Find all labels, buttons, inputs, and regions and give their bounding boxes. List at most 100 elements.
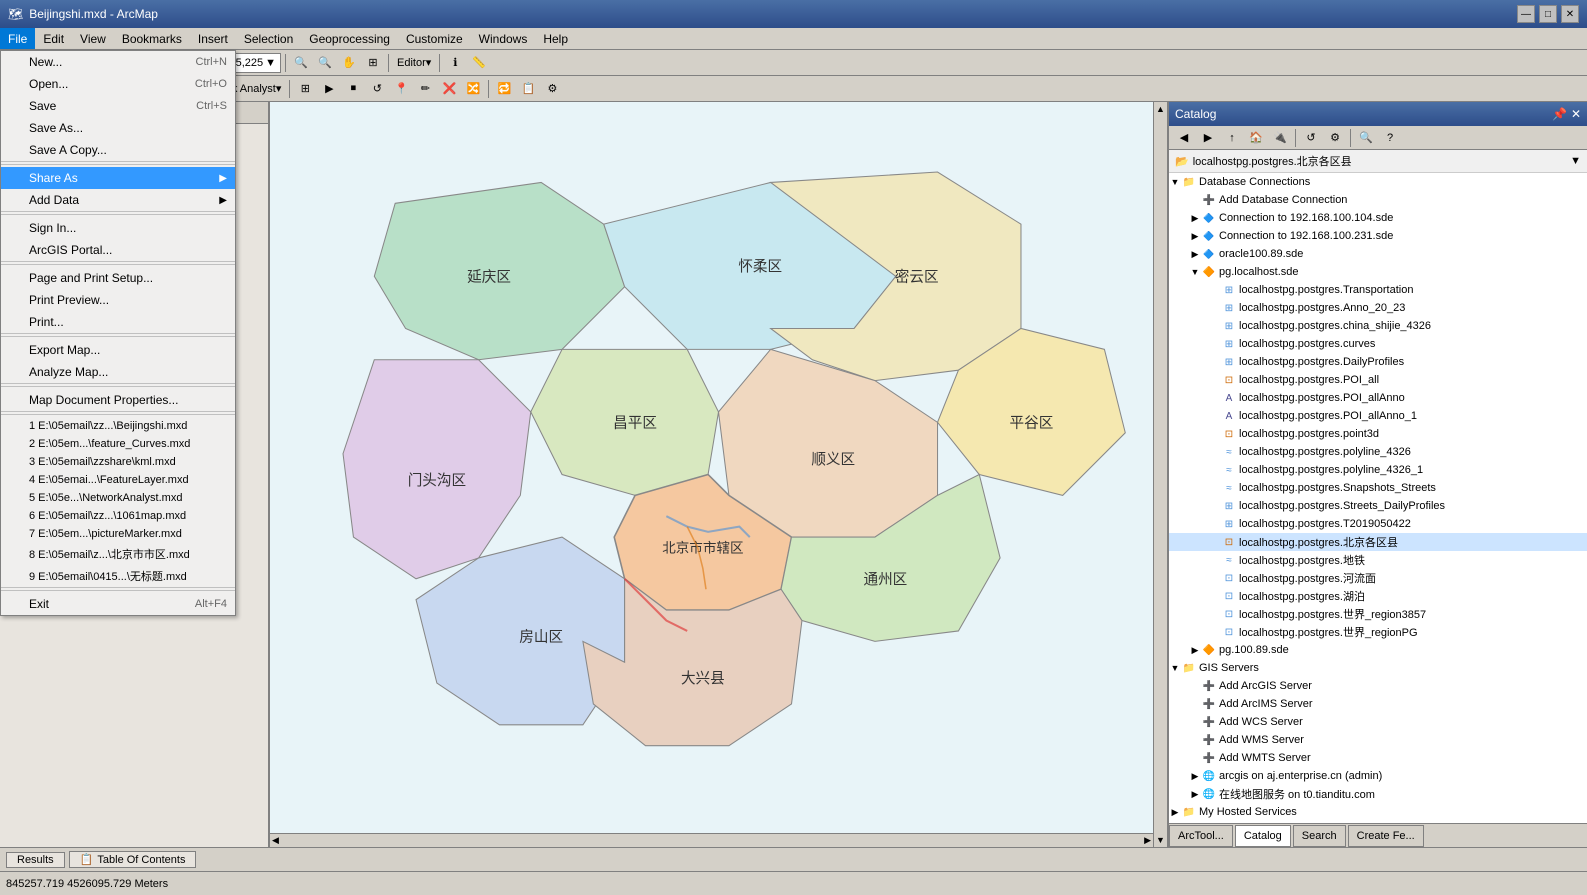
tree-gis-servers[interactable]: ▼ 📁 GIS Servers: [1169, 659, 1587, 677]
catalog-close-icon[interactable]: ✕: [1571, 107, 1581, 121]
tree-china-shijie[interactable]: ⊞ localhostpg.postgres.china_shijie_4326: [1169, 317, 1587, 335]
exp-ent[interactable]: ▶: [1189, 771, 1201, 782]
tb-measure[interactable]: 📏: [468, 52, 490, 74]
tree-poi-allanno[interactable]: A localhostpg.postgres.POI_allAnno: [1169, 389, 1587, 407]
exp-c2[interactable]: ▶: [1189, 231, 1201, 242]
menu-print[interactable]: Print...: [1, 311, 235, 333]
menu-customize[interactable]: Customize: [398, 28, 471, 49]
tree-oracle[interactable]: ▶ 🔷 oracle100.89.sde: [1169, 245, 1587, 263]
menu-file[interactable]: File: [0, 28, 35, 49]
tb-na3[interactable]: ⏹: [342, 78, 364, 100]
tree-metro[interactable]: ≈ localhostpg.postgres.地铁: [1169, 551, 1587, 569]
exp-pg100[interactable]: ▶: [1189, 645, 1201, 656]
tree-lake[interactable]: ⊡ localhostpg.postgres.湖泊: [1169, 587, 1587, 605]
menu-saveas[interactable]: Save As...: [1, 117, 235, 139]
exp-hosted[interactable]: ▶: [1169, 807, 1181, 818]
menu-selection[interactable]: Selection: [236, 28, 301, 49]
tree-transportation[interactable]: ⊞ localhostpg.postgres.Transportation: [1169, 281, 1587, 299]
tb-zoomout[interactable]: 🔍: [314, 52, 336, 74]
tree-database-connections[interactable]: ▼ 📁 Database Connections: [1169, 173, 1587, 191]
menu-geoprocessing[interactable]: Geoprocessing: [301, 28, 398, 49]
tb-pan[interactable]: ✋: [338, 52, 360, 74]
menu-pagesetup[interactable]: Page and Print Setup...: [1, 267, 235, 289]
menu-analyzemap[interactable]: Analyze Map...: [1, 361, 235, 383]
tree-t2019[interactable]: ⊞ localhostpg.postgres.T2019050422: [1169, 515, 1587, 533]
menu-mapdocprops[interactable]: Map Document Properties...: [1, 389, 235, 411]
menu-save[interactable]: Save Ctrl+S: [1, 95, 235, 117]
catalog-options[interactable]: ⚙: [1324, 127, 1346, 149]
tree-pg-localhost[interactable]: ▼ 🔶 pg.localhost.sde: [1169, 263, 1587, 281]
tree-pg-100-89[interactable]: ▶ 🔶 pg.100.89.sde: [1169, 641, 1587, 659]
tree-beijing-districts[interactable]: ⊡ localhostpg.postgres.北京各区县: [1169, 533, 1587, 551]
tb-na9[interactable]: 🔁: [493, 78, 515, 100]
map-scrollbar-h[interactable]: ◀ ▶: [270, 833, 1153, 847]
exp-gis[interactable]: ▼: [1169, 663, 1181, 673]
close-button[interactable]: ✕: [1561, 5, 1579, 23]
tb-na6[interactable]: ✏: [414, 78, 436, 100]
recent-6[interactable]: 6 E:\05email\zz...\1061map.mxd: [1, 507, 235, 525]
map-area[interactable]: 延庆区 怀柔区 密云区 平谷区 昌平区 顺义区 门头沟区: [270, 102, 1167, 847]
tree-streets-daily[interactable]: ⊞ localhostpg.postgres.Streets_DailyProf…: [1169, 497, 1587, 515]
tb-na11[interactable]: ⚙: [541, 78, 563, 100]
tree-add-arcgis[interactable]: ➕ Add ArcGIS Server: [1169, 677, 1587, 695]
tree-add-db-connection[interactable]: ➕ Add Database Connection: [1169, 191, 1587, 209]
tree-conn-192-231[interactable]: ▶ 🔷 Connection to 192.168.100.231.sde: [1169, 227, 1587, 245]
catalog-connect[interactable]: 🔌: [1269, 127, 1291, 149]
tree-tianditu[interactable]: ▶ 🌐 在线地图服务 on t0.tianditu.com: [1169, 785, 1587, 803]
catalog-back[interactable]: ◀: [1173, 127, 1195, 149]
menu-exit[interactable]: Exit Alt+F4: [1, 593, 235, 615]
tb-na5[interactable]: 📍: [390, 78, 412, 100]
exp-tian[interactable]: ▶: [1189, 789, 1201, 800]
menu-bookmarks[interactable]: Bookmarks: [114, 28, 190, 49]
menu-insert[interactable]: Insert: [190, 28, 236, 49]
tb-na4[interactable]: ↺: [366, 78, 388, 100]
catalog-search[interactable]: 🔍: [1355, 127, 1377, 149]
tree-arcgis-enterprise[interactable]: ▶ 🌐 arcgis on aj.enterprise.cn (admin): [1169, 767, 1587, 785]
tab-results[interactable]: Results: [6, 852, 65, 868]
menu-windows[interactable]: Windows: [471, 28, 536, 49]
tb-na8[interactable]: 🔀: [462, 78, 484, 100]
catalog-tab-catalog[interactable]: Catalog: [1235, 825, 1291, 847]
menu-edit[interactable]: Edit: [35, 28, 72, 49]
menu-arcgisportal[interactable]: ArcGIS Portal...: [1, 239, 235, 261]
tree-add-wmts[interactable]: ➕ Add WMTS Server: [1169, 749, 1587, 767]
catalog-home[interactable]: 🏠: [1245, 127, 1267, 149]
map-scrollbar-v[interactable]: ▲ ▼: [1153, 102, 1167, 847]
exp-c3[interactable]: ▶: [1189, 249, 1201, 260]
catalog-tab-arctool[interactable]: ArcTool...: [1169, 825, 1233, 847]
maximize-button[interactable]: □: [1539, 5, 1557, 23]
catalog-up[interactable]: ↑: [1221, 127, 1243, 149]
menu-adddata[interactable]: Add Data ▶: [1, 189, 235, 211]
tree-polyline4326-1[interactable]: ≈ localhostpg.postgres.polyline_4326_1: [1169, 461, 1587, 479]
tree-add-wms[interactable]: ➕ Add WMS Server: [1169, 731, 1587, 749]
tree-polyline4326[interactable]: ≈ localhostpg.postgres.polyline_4326: [1169, 443, 1587, 461]
tree-snapshots[interactable]: ≈ localhostpg.postgres.Snapshots_Streets: [1169, 479, 1587, 497]
recent-7[interactable]: 7 E:\05em...\pictureMarker.mxd: [1, 525, 235, 543]
catalog-tab-search[interactable]: Search: [1293, 825, 1346, 847]
tb-na10[interactable]: 📋: [517, 78, 539, 100]
exp-c1[interactable]: ▶: [1189, 213, 1201, 224]
catalog-location-dropdown[interactable]: ▼: [1570, 155, 1581, 167]
tree-add-wcs[interactable]: ➕ Add WCS Server: [1169, 713, 1587, 731]
catalog-help[interactable]: ?: [1379, 127, 1401, 149]
menu-help[interactable]: Help: [535, 28, 576, 49]
tree-river[interactable]: ⊡ localhostpg.postgres.河流面: [1169, 569, 1587, 587]
tree-conn-192-104[interactable]: ▶ 🔷 Connection to 192.168.100.104.sde: [1169, 209, 1587, 227]
catalog-tab-createfe[interactable]: Create Fe...: [1348, 825, 1424, 847]
exp-pg[interactable]: ▼: [1189, 267, 1201, 277]
tb-identify[interactable]: ℹ: [444, 52, 466, 74]
recent-5[interactable]: 5 E:\05e...\NetworkAnalyst.mxd: [1, 489, 235, 507]
tb-na2[interactable]: ▶: [318, 78, 340, 100]
menu-new[interactable]: New... Ctrl+N: [1, 51, 235, 73]
tree-poi-allanno1[interactable]: A localhostpg.postgres.POI_allAnno_1: [1169, 407, 1587, 425]
menu-printpreview[interactable]: Print Preview...: [1, 289, 235, 311]
menu-open[interactable]: Open... Ctrl+O: [1, 73, 235, 95]
recent-9[interactable]: 9 E:\05email\0415...\无标题.mxd: [1, 565, 235, 587]
recent-3[interactable]: 3 E:\05email\zzshare\kml.mxd: [1, 453, 235, 471]
tab-toc[interactable]: 📋 Table Of Contents: [69, 851, 197, 868]
recent-1[interactable]: 1 E:\05email\zz...\Beijingshi.mxd: [1, 417, 235, 435]
menu-shareas[interactable]: Share As ▶: [1, 167, 235, 189]
menu-view[interactable]: View: [72, 28, 114, 49]
tree-add-arcims[interactable]: ➕ Add ArcIMS Server: [1169, 695, 1587, 713]
tb-na7[interactable]: ❌: [438, 78, 460, 100]
